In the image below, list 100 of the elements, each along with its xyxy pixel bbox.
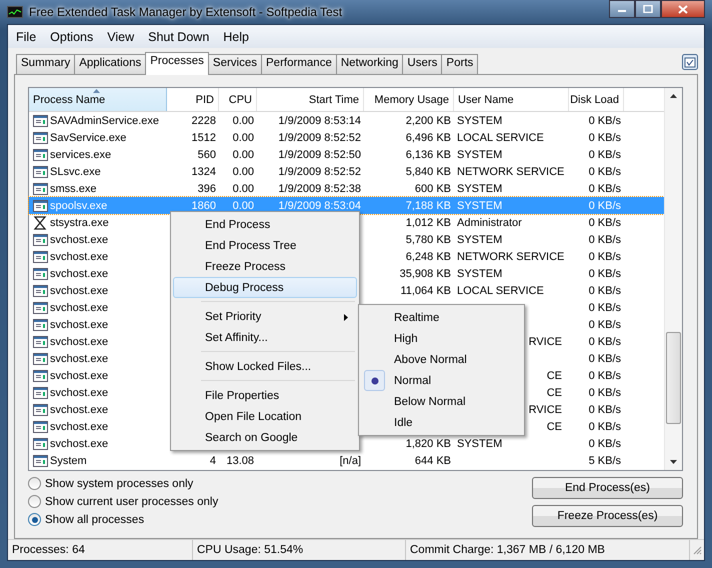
menu-item[interactable]: Debug Process — [173, 277, 357, 298]
table-cell: 0 KB/s — [588, 182, 621, 194]
tab[interactable]: Performance — [261, 54, 337, 74]
table-cell: 0.00 — [232, 182, 254, 194]
process-name: svchost.exe — [50, 386, 108, 398]
menu-item[interactable]: Normal — [361, 370, 522, 391]
column-header[interactable]: Disk Load — [569, 88, 624, 111]
table-cell: LOCAL SERVICE — [457, 284, 544, 296]
monitor-icon — [7, 6, 23, 18]
window-icon — [33, 268, 48, 280]
table-cell: 0 KB/s — [588, 438, 621, 450]
menu-item[interactable]: End Process — [173, 214, 357, 235]
table-cell: 1324 — [192, 166, 216, 178]
close-icon — [678, 4, 688, 14]
process-name: svchost.exe — [50, 336, 108, 348]
window-icon — [33, 284, 48, 296]
table-cell: 0 KB/s — [588, 268, 621, 280]
menu-item[interactable]: Shut Down — [142, 29, 216, 45]
tab[interactable]: Users — [402, 54, 442, 74]
table-cell: 0 KB/s — [588, 250, 621, 262]
action-button[interactable]: Freeze Process(es) — [532, 505, 683, 527]
table-cell: 13.08 — [226, 454, 254, 466]
table-cell: 6,136 KB — [406, 148, 451, 160]
table-cell: NETWORK SERVICE — [457, 250, 564, 262]
window-icon — [33, 132, 48, 144]
table-cell: 0 KB/s — [588, 420, 621, 432]
menu-item[interactable]: Below Normal — [361, 391, 522, 412]
menu-item[interactable]: Idle — [361, 412, 522, 433]
table-cell: 1512 — [192, 132, 216, 144]
menu-item[interactable]: View — [101, 29, 140, 45]
table-cell: 0 KB/s — [588, 318, 621, 330]
filter-radio[interactable]: Show current user processes only — [28, 495, 218, 508]
maximize-button[interactable] — [635, 0, 661, 18]
table-cell: SYSTEM — [457, 268, 502, 280]
window-icon — [33, 404, 48, 416]
table-cell: 560 — [198, 148, 216, 160]
scroll-thumb[interactable] — [666, 332, 681, 424]
tab[interactable]: Summary — [16, 54, 76, 74]
table-cell: 0 KB/s — [588, 352, 621, 364]
down-arrow-icon[interactable] — [670, 460, 677, 464]
process-name: svchost.exe — [50, 302, 108, 314]
table-cell: 644 KB — [414, 454, 451, 466]
radio-dot-icon — [370, 376, 378, 384]
menu-item[interactable]: Show Locked Files... — [173, 356, 357, 377]
process-name: svchost.exe — [50, 234, 108, 246]
menu-item[interactable]: Search on Google — [173, 427, 357, 448]
menu-item[interactable]: Open File Location — [173, 406, 357, 427]
status-text: Processes: 64 — [8, 540, 193, 560]
table-cell: 4 — [210, 454, 216, 466]
menu-item[interactable]: Realtime — [361, 307, 522, 328]
menu-item[interactable]: End Process Tree — [173, 235, 357, 256]
menu-item[interactable]: High — [361, 328, 522, 349]
table-cell: Administrator — [457, 216, 522, 228]
process-name: services.exe — [50, 148, 112, 160]
table-cell: 0 KB/s — [588, 132, 621, 144]
tab[interactable]: Processes — [145, 52, 209, 75]
process-name: SLsvc.exe — [50, 166, 101, 178]
table-cell: 600 KB — [414, 182, 451, 194]
process-name: svchost.exe — [50, 268, 108, 280]
menu-item[interactable]: Freeze Process — [173, 256, 357, 277]
tab[interactable]: Services — [208, 54, 262, 74]
window-icon — [33, 454, 48, 466]
process-name: svchost.exe — [50, 284, 108, 296]
action-button[interactable]: End Process(es) — [532, 477, 683, 499]
sort-arrow-icon — [93, 89, 100, 93]
window-icon — [33, 420, 48, 432]
close-button[interactable] — [661, 0, 705, 18]
menu-item[interactable]: Options — [44, 29, 100, 45]
process-name: svchost.exe — [50, 404, 108, 416]
up-arrow-icon[interactable] — [670, 94, 677, 98]
menu-item[interactable]: File — [10, 29, 42, 45]
process-name: svchost.exe — [50, 352, 108, 364]
table-cell: 1/9/2009 8:52:50 — [278, 148, 361, 160]
table-cell: 0 KB/s — [588, 200, 621, 212]
tab[interactable]: Applications — [74, 54, 146, 74]
table-cell: 0 KB/s — [588, 404, 621, 416]
menu-item[interactable]: Set Priority — [173, 306, 357, 327]
table-cell: 11,064 KB — [400, 284, 451, 296]
table-cell: SYSTEM — [457, 234, 502, 246]
filter-radio[interactable]: Show system processes only — [28, 477, 218, 490]
tab[interactable]: Networking — [336, 54, 404, 74]
tab[interactable]: Ports — [441, 54, 478, 74]
menu-item[interactable]: Above Normal — [361, 349, 522, 370]
process-name: SavService.exe — [50, 132, 126, 144]
resize-grip-icon[interactable] — [692, 545, 702, 555]
window-check-icon[interactable] — [682, 54, 698, 70]
menu-item[interactable]: File Properties — [173, 385, 357, 406]
process-name: System — [50, 454, 87, 466]
menu-item[interactable]: Help — [217, 29, 255, 45]
table-cell: 1860 — [192, 200, 216, 212]
process-name: svchost.exe — [50, 438, 108, 450]
table-cell: SYSTEM — [457, 200, 502, 212]
scrollbar[interactable] — [664, 88, 682, 470]
minimize-button[interactable] — [609, 0, 635, 18]
column-header[interactable]: Process Name — [29, 88, 167, 111]
table-cell: 1,820 KB — [406, 438, 451, 450]
filter-radio[interactable]: Show all processes — [28, 513, 218, 526]
menu-item[interactable]: Set Affinity... — [173, 327, 357, 348]
table-cell: 5,780 KB — [406, 234, 451, 246]
table-cell: 0 KB/s — [588, 386, 621, 398]
